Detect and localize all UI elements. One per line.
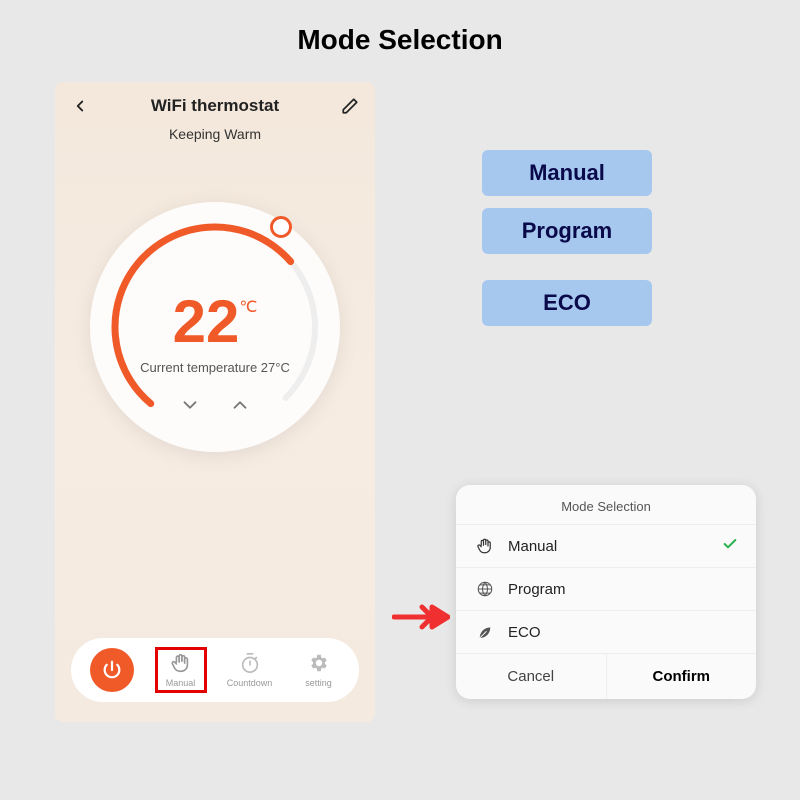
countdown-label: Countdown [227, 678, 273, 688]
mode-option-manual[interactable]: Manual [456, 524, 756, 567]
cancel-button[interactable]: Cancel [456, 654, 606, 699]
arrow-icon [392, 600, 450, 639]
temp-up-button[interactable] [229, 394, 251, 421]
set-temperature-value: 22 [173, 288, 240, 355]
temp-adjust-controls [90, 394, 340, 421]
settings-button[interactable]: setting [293, 652, 345, 688]
app-header: WiFi thermostat [55, 82, 375, 122]
settings-label: setting [305, 678, 332, 688]
leaf-icon [474, 623, 496, 641]
mode-manual-button[interactable]: Manual [155, 647, 207, 693]
hand-icon [170, 652, 192, 676]
mode-option-program-label: Program [508, 581, 566, 598]
globe-icon [474, 580, 496, 598]
dialog-actions: Cancel Confirm [456, 653, 756, 699]
mode-option-eco-label: ECO [508, 624, 541, 641]
power-button[interactable] [86, 648, 138, 692]
temp-down-button[interactable] [179, 394, 201, 421]
mode-selection-dialog: Mode Selection Manual Program ECO Cancel… [456, 485, 756, 699]
thermostat-app-screen: WiFi thermostat Keeping Warm 22℃ Current… [55, 82, 375, 722]
hand-icon [474, 537, 496, 555]
gear-icon [308, 652, 330, 676]
set-temperature: 22℃ [90, 292, 340, 352]
chip-manual: Manual [482, 150, 652, 196]
dial-knob[interactable] [270, 216, 292, 238]
chip-eco: ECO [482, 280, 652, 326]
app-title: WiFi thermostat [151, 96, 279, 116]
mode-option-eco[interactable]: ECO [456, 610, 756, 653]
back-icon[interactable] [71, 97, 89, 115]
edit-icon[interactable] [341, 97, 359, 115]
confirm-button[interactable]: Confirm [606, 654, 757, 699]
stopwatch-icon [239, 652, 261, 676]
power-icon [90, 648, 134, 692]
temperature-dial[interactable]: 22℃ Current temperature 27°C [90, 202, 340, 452]
countdown-button[interactable]: Countdown [224, 652, 276, 688]
page-title: Mode Selection [0, 0, 800, 66]
bottom-toolbar: Manual Countdown setting [71, 638, 359, 702]
current-temperature-label: Current temperature 27°C [90, 360, 340, 375]
check-icon [722, 536, 738, 556]
status-label: Keeping Warm [55, 126, 375, 142]
mode-manual-label: Manual [166, 678, 196, 688]
mode-chips: Manual Program ECO [482, 150, 652, 326]
temperature-unit: ℃ [239, 299, 257, 316]
chip-program: Program [482, 208, 652, 254]
mode-option-manual-label: Manual [508, 538, 557, 555]
dialog-title: Mode Selection [456, 485, 756, 524]
mode-option-program[interactable]: Program [456, 567, 756, 610]
